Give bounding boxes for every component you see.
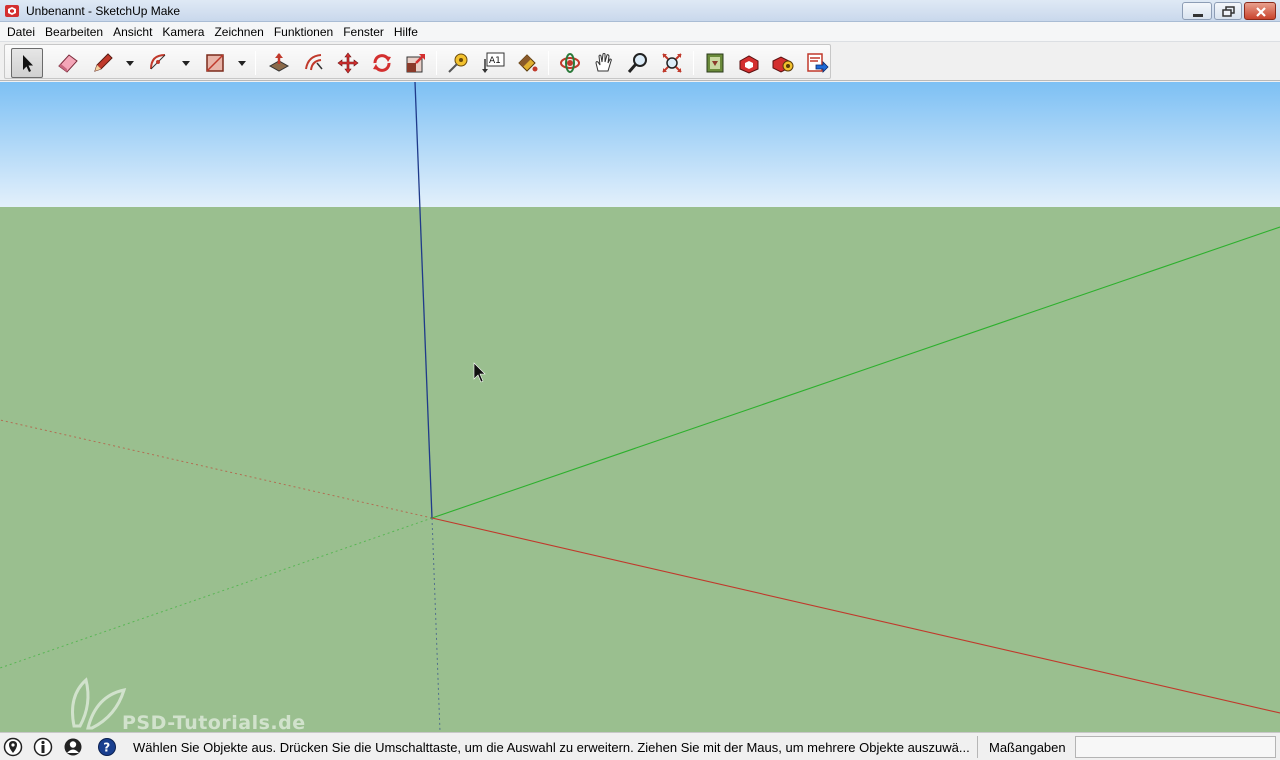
menu-kamera[interactable]: Kamera <box>157 22 209 42</box>
arc-tool-button[interactable] <box>143 48 175 78</box>
user-account-icon[interactable] <box>63 737 83 757</box>
psd-tutorials-logo-icon <box>71 677 127 730</box>
scale-icon <box>406 54 425 73</box>
svg-text:?: ? <box>103 741 110 755</box>
credits-info-icon[interactable] <box>33 737 53 757</box>
pan-tool-button[interactable] <box>588 48 620 78</box>
menu-bar: Datei Bearbeiten Ansicht Kamera Zeichnen… <box>0 22 1280 42</box>
window-title: Unbenannt - SketchUp Make <box>26 4 181 18</box>
menu-ansicht[interactable]: Ansicht <box>108 22 157 42</box>
paint-bucket-tool-button[interactable] <box>511 48 543 78</box>
push-pull-icon <box>268 53 290 72</box>
warehouse-tool-button[interactable] <box>699 48 731 78</box>
sky <box>0 82 1280 207</box>
select-tool-button[interactable] <box>11 48 43 78</box>
rotate-tool-button[interactable] <box>366 48 398 78</box>
menu-zeichnen[interactable]: Zeichnen <box>209 22 268 42</box>
offset-icon <box>305 54 323 71</box>
tape-measure-icon <box>448 53 468 73</box>
text-label-icon: A1 <box>482 52 505 73</box>
toolbar-panel: A1 <box>4 44 831 79</box>
minimize-icon <box>1193 14 1203 17</box>
zoom-extents-icon <box>662 53 682 73</box>
svg-text:A1: A1 <box>489 56 501 66</box>
close-icon <box>1256 7 1266 17</box>
zoom-tool-button[interactable] <box>622 48 654 78</box>
close-button[interactable] <box>1244 2 1276 20</box>
paint-bucket-icon <box>518 54 538 72</box>
rectangle-tool-dropdown-arrow[interactable] <box>238 61 246 66</box>
rectangle-tool-button[interactable] <box>199 48 231 78</box>
line-tool-button[interactable] <box>87 48 119 78</box>
text-tool-button[interactable]: A1 <box>477 48 509 78</box>
extension-warehouse-icon <box>772 56 794 73</box>
status-message: Wählen Sie Objekte aus. Drücken Sie die … <box>133 740 970 755</box>
scale-tool-button[interactable] <box>400 48 432 78</box>
main-toolbar: A1 <box>0 43 1280 81</box>
orbit-icon <box>560 53 580 73</box>
measurements-label: Maßangaben <box>989 740 1066 755</box>
geo-location-icon[interactable] <box>3 737 23 757</box>
sketchup-logo-icon <box>5 5 19 17</box>
arc-icon <box>150 54 166 70</box>
toolbar-separator <box>255 51 256 75</box>
restore-button[interactable] <box>1214 2 1242 20</box>
push-pull-tool-button[interactable] <box>263 48 295 78</box>
toolbar-separator <box>548 51 549 75</box>
instructor-help-icon[interactable]: ? <box>97 737 117 757</box>
ground-plane <box>0 207 1280 732</box>
zoom-extents-tool-button[interactable] <box>656 48 688 78</box>
title-bar: Unbenannt - SketchUp Make <box>0 0 1280 22</box>
arrow-cursor-icon <box>23 55 33 72</box>
share-model-icon <box>739 55 759 74</box>
orbit-tool-button[interactable] <box>554 48 586 78</box>
tape-measure-tool-button[interactable] <box>442 48 474 78</box>
send-to-layout-icon <box>807 53 829 73</box>
pencil-icon <box>94 53 113 72</box>
rotate-icon <box>373 54 391 72</box>
toolbar-separator <box>693 51 694 75</box>
share-model-tool-button[interactable] <box>733 48 765 78</box>
line-tool-dropdown-arrow[interactable] <box>126 61 134 66</box>
arc-tool-dropdown-arrow[interactable] <box>182 61 190 66</box>
restore-icon <box>1222 6 1235 17</box>
warehouse-icon <box>706 53 724 73</box>
status-separator <box>977 736 978 758</box>
menu-hilfe[interactable]: Hilfe <box>389 22 423 42</box>
eraser-icon <box>58 54 78 73</box>
measurements-input[interactable] <box>1075 736 1276 758</box>
eraser-tool-button[interactable] <box>52 48 84 78</box>
menu-fenster[interactable]: Fenster <box>338 22 389 42</box>
send-to-layout-tool-button[interactable] <box>801 48 833 78</box>
minimize-button[interactable] <box>1182 2 1212 20</box>
status-bar: ? Wählen Sie Objekte aus. Drücken Sie di… <box>0 732 1280 760</box>
menu-bearbeiten[interactable]: Bearbeiten <box>40 22 108 42</box>
menu-datei[interactable]: Datei <box>2 22 40 42</box>
move-icon <box>337 52 359 74</box>
move-tool-button[interactable] <box>332 48 364 78</box>
rectangle-icon <box>206 54 224 72</box>
toolbar-separator <box>436 51 437 75</box>
hand-icon <box>595 53 612 72</box>
viewport-scene[interactable] <box>0 82 1280 732</box>
extension-warehouse-tool-button[interactable] <box>767 48 799 78</box>
watermark-text: PSD-Tutorials.de <box>122 712 306 734</box>
modeling-viewport[interactable] <box>0 82 1280 732</box>
offset-tool-button[interactable] <box>298 48 330 78</box>
menu-funktionen[interactable]: Funktionen <box>269 22 338 42</box>
magnifier-icon <box>627 53 647 73</box>
